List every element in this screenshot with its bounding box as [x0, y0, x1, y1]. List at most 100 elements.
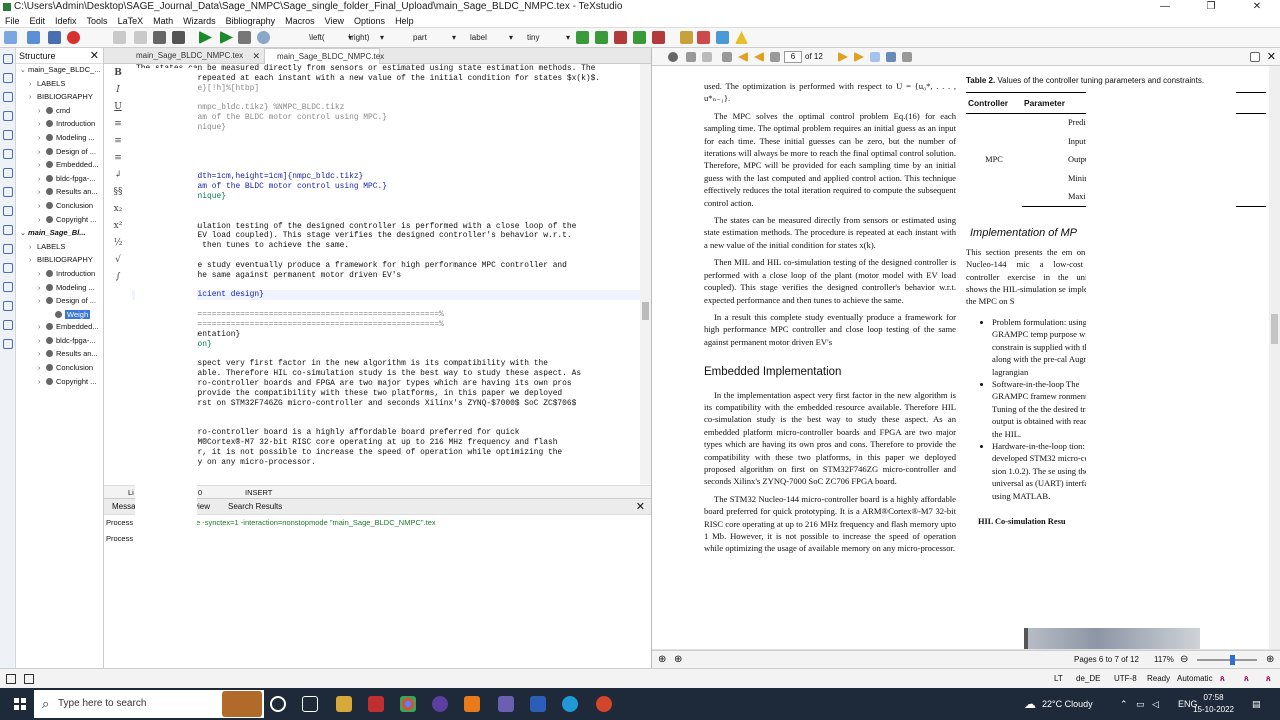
add-row-icon[interactable]: [633, 31, 646, 44]
tikz-icon[interactable]: [3, 282, 13, 292]
code-line[interactable]: rformance and then tunes to achieve the …: [132, 241, 640, 251]
code-line[interactable]: [132, 281, 640, 291]
code-line[interactable]: fig:NMPC:technique}: [132, 192, 640, 202]
menu-help[interactable]: Help: [390, 14, 419, 27]
subscript-icon[interactable]: x₂: [104, 204, 132, 217]
structure-item[interactable]: › LABELS: [16, 241, 103, 255]
code-line[interactable]: this complete study eventually produce a…: [132, 261, 640, 271]
zoom-in-icon[interactable]: [686, 52, 696, 62]
app-icon[interactable]: [368, 696, 384, 712]
redo-icon[interactable]: [134, 31, 147, 44]
open-file-icon[interactable]: [27, 31, 40, 44]
edge-icon[interactable]: [562, 696, 578, 712]
fullscreen-icon[interactable]: [902, 52, 912, 62]
misc-symbols-icon[interactable]: [3, 149, 13, 159]
tab-search-results[interactable]: Search Results: [228, 499, 282, 515]
code-editor[interactable]: The states can be measured directly from…: [132, 64, 640, 484]
integral-icon[interactable]: ∫: [104, 272, 132, 285]
structure-item[interactable]: › Design of ...: [16, 295, 103, 309]
volume-icon[interactable]: ◁: [1152, 688, 1159, 720]
expand-chevron-icon[interactable]: ›: [38, 187, 46, 200]
code-line[interactable]: n{Block diagram of the BLDC motor contro…: [132, 113, 640, 123]
arrow-symbols-icon[interactable]: [3, 130, 13, 140]
structure-item[interactable]: › Design of ...: [16, 146, 103, 160]
expand-chevron-icon[interactable]: ›: [38, 160, 46, 173]
structure-item[interactable]: › BIBLIOGRAPHY: [16, 254, 103, 268]
restore-button[interactable]: ❐: [1188, 0, 1234, 14]
code-line[interactable]: [132, 418, 640, 428]
structure-item[interactable]: › Copyright ...: [16, 214, 103, 228]
bold-icon[interactable]: B: [104, 68, 132, 81]
encoding[interactable]: UTF-8: [1114, 669, 1137, 689]
menu-edit[interactable]: Edit: [25, 14, 51, 27]
pdf-reader-icon[interactable]: [596, 696, 612, 712]
pdf-scrollbar[interactable]: [1269, 66, 1280, 649]
pdf-sync-3-icon[interactable]: ጰ: [1266, 669, 1271, 689]
zoom-icon[interactable]: [668, 52, 678, 62]
part-combo[interactable]: part: [410, 31, 458, 45]
metapost-icon[interactable]: [3, 244, 13, 254]
expand-chevron-icon[interactable]: ›: [38, 377, 46, 390]
structure-item[interactable]: › Results an...: [16, 348, 103, 362]
code-line[interactable]: [132, 300, 640, 310]
bookmarks-icon[interactable]: [3, 73, 13, 83]
structure-item[interactable]: › Embedded...: [16, 159, 103, 173]
delimiters-icon[interactable]: [3, 168, 13, 178]
toggle-messages-icon[interactable]: [24, 674, 34, 684]
taskbar-clock[interactable]: 07:58 15-10-2022: [1193, 692, 1234, 716]
structure-item[interactable]: › Introduction: [16, 118, 103, 132]
build-and-view-icon[interactable]: [199, 31, 212, 44]
italic-icon[interactable]: I: [104, 85, 132, 98]
menu-wizards[interactable]: Wizards: [178, 14, 221, 27]
expand-chevron-icon[interactable]: ›: [38, 322, 46, 335]
code-line[interactable]: ing: [132, 162, 640, 172]
code-line[interactable]: bedded Implementation}: [132, 330, 640, 340]
grid-view-icon[interactable]: [886, 52, 896, 62]
undo-2-icon[interactable]: [716, 31, 729, 44]
language-checker-icon[interactable]: LT: [1054, 669, 1063, 689]
code-line[interactable]: %\begin{figure}[!h]%[htbp]: [132, 84, 640, 94]
font-size-combo[interactable]: tiny: [524, 31, 572, 45]
expand-chevron-icon[interactable]: ›: [38, 147, 46, 160]
menu-file[interactable]: File: [0, 14, 25, 27]
bookmark-icon[interactable]: [680, 31, 693, 44]
beamer-icon[interactable]: [3, 320, 13, 330]
undock-icon[interactable]: [1250, 52, 1260, 62]
notifications-icon[interactable]: ▤: [1252, 688, 1261, 720]
code-line[interactable]: e*}: [132, 133, 640, 143]
structure-item[interactable]: ⌄ main_Sage_BLDC_...: [16, 64, 103, 78]
automatic-status[interactable]: Automatic: [1177, 669, 1213, 689]
structure-item[interactable]: › Modeling ...: [16, 132, 103, 146]
previous-page-icon[interactable]: [754, 52, 764, 62]
pan-hand-icon[interactable]: [702, 52, 712, 62]
menu-latex[interactable]: LaTeX: [113, 14, 149, 27]
fraction-icon[interactable]: ½: [104, 238, 132, 251]
chrome-icon[interactable]: [400, 696, 416, 712]
view-pdf-icon[interactable]: [257, 31, 270, 44]
save-icon[interactable]: [48, 31, 61, 44]
structure-item[interactable]: › bldc-fpga-...: [16, 335, 103, 349]
zoom-slider-handle[interactable]: [1230, 655, 1235, 665]
newline-icon[interactable]: ↲: [104, 170, 132, 183]
first-page-icon[interactable]: [738, 52, 748, 62]
structure-item[interactable]: › Modeling ...: [16, 282, 103, 296]
expand-chevron-icon[interactable]: ›: [29, 92, 37, 105]
pstricks-icon[interactable]: [3, 263, 13, 273]
code-line[interactable]: ucleo-144 micro-controller board is a hi…: [132, 428, 640, 438]
right-delimiter-combo[interactable]: \right): [346, 31, 386, 45]
continuous-view-icon[interactable]: [870, 52, 880, 62]
code-line[interactable]: [132, 409, 640, 419]
code-line[interactable]: 1 Mb. However, it is not possible to inc…: [132, 448, 640, 458]
weather-icon[interactable]: ☁: [1024, 688, 1036, 720]
menu-idefix[interactable]: Idefix: [50, 14, 82, 27]
code-line[interactable]: n{Block diagram of the BLDC motor contro…: [132, 182, 640, 192]
superscript-icon[interactable]: x²: [104, 221, 132, 234]
code-line[interactable]: esource available. Therefore HIL co-simu…: [132, 369, 640, 379]
expand-chevron-icon[interactable]: ›: [29, 255, 37, 268]
align-right-icon[interactable]: ≡: [104, 153, 132, 166]
menu-macros[interactable]: Macros: [280, 14, 320, 27]
align-left-icon[interactable]: ≡: [104, 119, 132, 132]
expand-chevron-icon[interactable]: ›: [38, 349, 46, 362]
code-line[interactable]: procedure is repeated at each instant wi…: [132, 74, 640, 84]
zoom-level[interactable]: 117%: [1154, 651, 1174, 669]
